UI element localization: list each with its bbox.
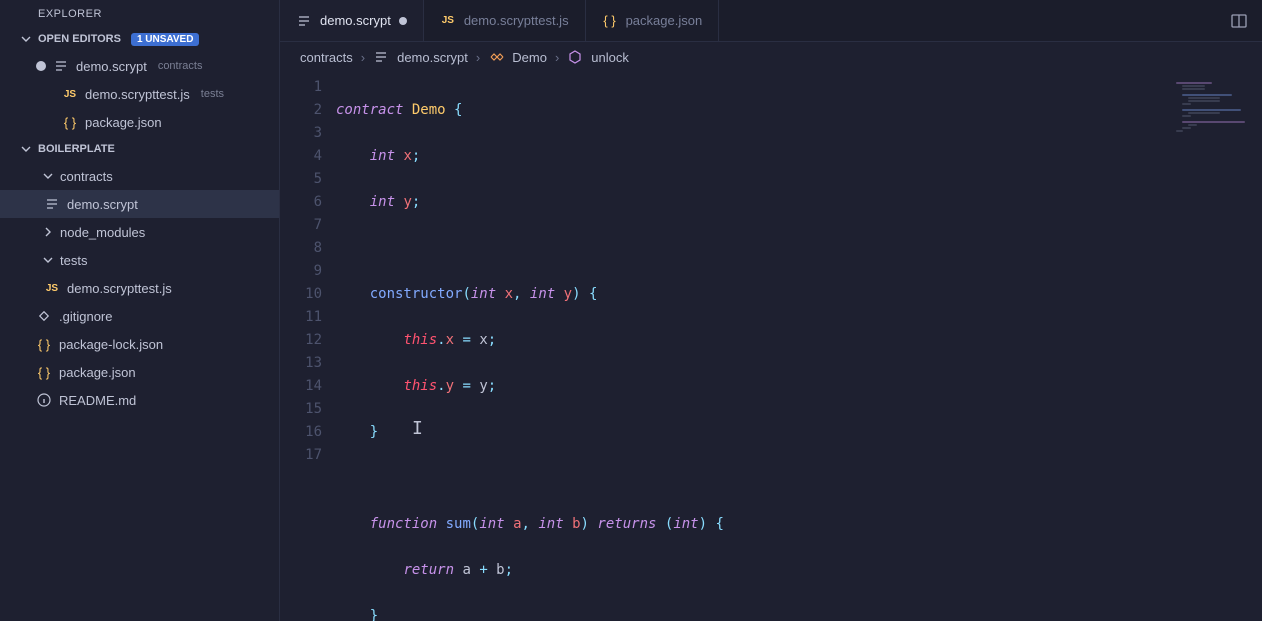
info-icon [36, 392, 52, 408]
modified-dot-icon [36, 61, 46, 71]
symbol-method-icon [567, 49, 583, 65]
crumb-method[interactable]: unlock [591, 50, 629, 65]
open-editors-label: OPEN EDITORS [38, 33, 121, 45]
tab-label: demo.scrypt [320, 13, 391, 28]
crumb-file[interactable]: demo.scrypt [397, 50, 468, 65]
unsaved-badge: 1 UNSAVED [131, 33, 200, 46]
symbol-class-icon [488, 49, 504, 65]
minimap[interactable] [1172, 72, 1262, 621]
text-cursor-icon: 𝙸 [412, 417, 413, 435]
editor-label: demo.scrypt [76, 59, 147, 74]
folder-tests[interactable]: tests [0, 246, 279, 274]
editor-label: demo.scrypttest.js [85, 87, 190, 102]
file-label: README.md [59, 393, 136, 408]
editor-meta: tests [201, 88, 224, 100]
braces-icon: { } [62, 114, 78, 130]
js-icon: JS [440, 13, 456, 29]
tab-demo-scrypttest[interactable]: JS demo.scrypttest.js [424, 0, 586, 41]
breadcrumb-sep-icon: › [476, 50, 480, 65]
tab-demo-scrypt[interactable]: demo.scrypt [280, 0, 424, 41]
js-icon: JS [44, 280, 60, 296]
file-label: package.json [59, 365, 136, 380]
file-readme[interactable]: README.md [0, 386, 279, 414]
folder-label: node_modules [60, 225, 145, 240]
file-package-lock[interactable]: { } package-lock.json [0, 330, 279, 358]
file-demo-scrypttest-js[interactable]: JS demo.scrypttest.js [0, 274, 279, 302]
tab-bar: demo.scrypt JS demo.scrypttest.js { } pa… [280, 0, 1262, 42]
breadcrumb[interactable]: contracts › demo.scrypt › Demo › unlock [280, 42, 1262, 72]
braces-icon: { } [36, 364, 52, 380]
chevron-down-icon [18, 31, 34, 47]
code-area[interactable]: 1234567891011121314151617 contract Demo … [280, 72, 1262, 621]
file-label: package-lock.json [59, 337, 163, 352]
chevron-down-icon [40, 252, 56, 268]
chevron-down-icon [18, 141, 34, 157]
open-editor-demo-scrypttest[interactable]: JS demo.scrypttest.js tests [0, 80, 279, 108]
chevron-down-icon [40, 168, 56, 184]
folder-label: contracts [60, 169, 113, 184]
open-editor-package-json[interactable]: { } package.json [0, 108, 279, 136]
editor-label: package.json [85, 115, 162, 130]
file-label: demo.scrypttest.js [67, 281, 172, 296]
modified-dot-icon [399, 17, 407, 25]
folder-node-modules[interactable]: node_modules [0, 218, 279, 246]
lines-icon [296, 13, 312, 29]
braces-icon: { } [36, 336, 52, 352]
lines-icon [53, 58, 69, 74]
open-editors-header[interactable]: OPEN EDITORS 1 UNSAVED [0, 26, 279, 52]
file-label: .gitignore [59, 309, 112, 324]
crumb-class[interactable]: Demo [512, 50, 547, 65]
file-gitignore[interactable]: .gitignore [0, 302, 279, 330]
js-icon: JS [62, 86, 78, 102]
open-editor-demo-scrypt[interactable]: demo.scrypt contracts [0, 52, 279, 80]
split-editor-button[interactable] [1216, 0, 1262, 41]
lines-icon [44, 196, 60, 212]
braces-icon: { } [602, 13, 618, 29]
diamond-icon [36, 308, 52, 324]
chevron-right-icon [40, 224, 56, 240]
sidebar: EXPLORER OPEN EDITORS 1 UNSAVED demo.scr… [0, 0, 280, 621]
project-label: BOILERPLATE [38, 143, 115, 155]
file-demo-scrypt[interactable]: demo.scrypt [0, 190, 279, 218]
lines-icon [373, 49, 389, 65]
folder-label: tests [60, 253, 87, 268]
tab-label: demo.scrypttest.js [464, 13, 569, 28]
breadcrumb-sep-icon: › [555, 50, 559, 65]
tab-label: package.json [626, 13, 703, 28]
file-package-json[interactable]: { } package.json [0, 358, 279, 386]
code-content[interactable]: contract Demo { int x; int y; constructo… [336, 72, 1262, 621]
tab-package-json[interactable]: { } package.json [586, 0, 720, 41]
file-label: demo.scrypt [67, 197, 138, 212]
project-header[interactable]: BOILERPLATE [0, 136, 279, 162]
folder-contracts[interactable]: contracts [0, 162, 279, 190]
editor-area: demo.scrypt JS demo.scrypttest.js { } pa… [280, 0, 1262, 621]
breadcrumb-sep-icon: › [361, 50, 365, 65]
crumb-contracts[interactable]: contracts [300, 50, 353, 65]
explorer-title: EXPLORER [0, 0, 279, 26]
line-numbers: 1234567891011121314151617 [280, 72, 336, 621]
editor-meta: contracts [158, 60, 203, 72]
